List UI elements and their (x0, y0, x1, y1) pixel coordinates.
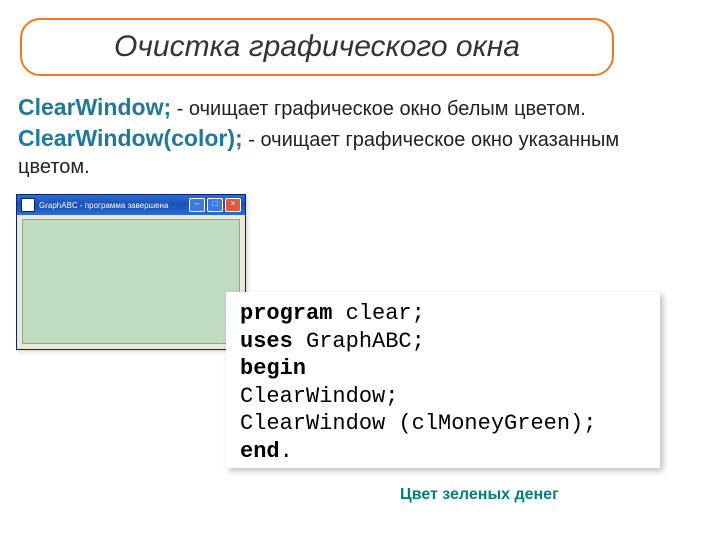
code-line: ClearWindow (clMoneyGreen); (240, 410, 646, 438)
title-pill: Очистка графического окна (20, 18, 614, 76)
slide-title: Очистка графического окна (114, 30, 520, 64)
code-line: begin (240, 355, 646, 383)
graphabc-title: GraphABC - программа завершена (39, 201, 187, 210)
graphabc-titlebar: GraphABC - программа завершена – □ × (17, 195, 245, 215)
desc-text-1: - очищает графическое окно белым цветом. (177, 98, 586, 120)
caption-moneygreen: Цвет зеленых денег (400, 486, 559, 504)
minimize-button[interactable]: – (189, 198, 205, 212)
code-line: end. (240, 438, 646, 466)
graphabc-window: GraphABC - программа завершена – □ × (16, 194, 246, 350)
code-line: program clear; (240, 300, 646, 328)
keyword-clearwindow: ClearWindow; (18, 94, 171, 120)
code-line: ClearWindow; (240, 383, 646, 411)
app-icon (21, 198, 35, 212)
close-button[interactable]: × (225, 198, 241, 212)
code-snippet: program clear; uses GraphABC; begin Clea… (226, 292, 660, 468)
keyword-clearwindow-color: ClearWindow(color); (18, 125, 243, 151)
description-block: ClearWindow; - очищает графическое окно … (18, 92, 678, 181)
maximize-button[interactable]: □ (207, 198, 223, 212)
slide: Очистка графического окна ClearWindow; -… (0, 0, 720, 540)
code-line: uses GraphABC; (240, 328, 646, 356)
graphabc-canvas (22, 219, 240, 344)
